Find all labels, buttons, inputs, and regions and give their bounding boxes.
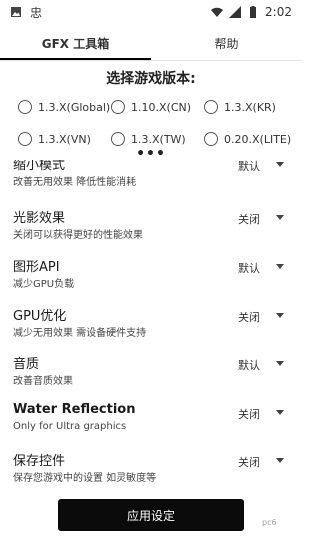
radio-option-global[interactable]: 1.3.X(Global) bbox=[18, 100, 111, 114]
setting-title: 缩小模式 bbox=[13, 160, 66, 173]
setting-desc: 保存您游戏中的设置 如灵敏度等 bbox=[13, 473, 157, 484]
tab-help[interactable]: 帮助 bbox=[151, 26, 302, 60]
status-bar: 忠 2:02 bbox=[0, 0, 302, 24]
radio-option-lite[interactable]: 0.20.X(LITE) bbox=[204, 132, 297, 146]
tab-gfx-toolbox[interactable]: GFX 工具箱 bbox=[0, 26, 151, 60]
watermark-logo: pc6 bbox=[262, 518, 277, 527]
radio-circle[interactable] bbox=[204, 100, 218, 114]
radio-label: 0.20.X(LITE) bbox=[224, 132, 292, 146]
setting-row-shadow: 光影效果 关闭可以获得更好的性能效果 关闭 bbox=[0, 203, 302, 251]
svg-text:忠: 忠 bbox=[30, 6, 42, 18]
radio-row: 1.3.X(Global) 1.10.X(CN) 1.3.X(KR) bbox=[18, 91, 298, 123]
image-icon bbox=[11, 7, 21, 17]
radio-circle[interactable] bbox=[111, 132, 125, 146]
signal-icon bbox=[229, 6, 242, 18]
setting-dropdown-value[interactable]: 关闭 bbox=[238, 309, 260, 325]
tab-bar: GFX 工具箱 帮助 bbox=[0, 26, 302, 60]
chevron-down-icon[interactable] bbox=[276, 313, 284, 318]
setting-row-mode: 缩小模式 改善无用效果 降低性能消耗 默认 bbox=[0, 160, 302, 198]
setting-title: 保存控件 bbox=[13, 454, 66, 469]
setting-row-audio: 音质 改善音质效果 默认 bbox=[0, 349, 302, 397]
radio-label: 1.3.X(KR) bbox=[224, 100, 276, 114]
setting-title: 音质 bbox=[13, 357, 40, 372]
radio-option-tw[interactable]: 1.3.X(TW) bbox=[111, 132, 204, 146]
radio-option-vn[interactable]: 1.3.X(VN) bbox=[18, 132, 111, 146]
setting-row-water-reflection: Water Reflection Only for Ultra graphics… bbox=[0, 398, 302, 446]
radio-circle[interactable] bbox=[111, 100, 125, 114]
status-time: 2:02 bbox=[265, 5, 292, 19]
chevron-down-icon[interactable] bbox=[276, 215, 284, 220]
setting-dropdown-value[interactable]: 默认 bbox=[238, 260, 260, 276]
tab-divider bbox=[0, 60, 302, 61]
setting-dropdown-value[interactable]: 关闭 bbox=[238, 454, 260, 470]
app-icon: 忠 bbox=[30, 6, 42, 18]
setting-dropdown-value[interactable]: 关闭 bbox=[238, 406, 260, 422]
setting-title: 图形API bbox=[13, 260, 60, 275]
setting-desc: 改善音质效果 bbox=[13, 376, 73, 387]
radio-label: 1.3.X(VN) bbox=[38, 132, 91, 146]
setting-dropdown-value[interactable]: 默认 bbox=[238, 160, 260, 174]
setting-desc: 关闭可以获得更好的性能效果 bbox=[13, 230, 143, 241]
radio-circle[interactable] bbox=[204, 132, 218, 146]
version-select-title: 选择游戏版本: bbox=[106, 71, 196, 87]
radio-label: 1.10.X(CN) bbox=[131, 100, 192, 114]
radio-circle[interactable] bbox=[18, 132, 32, 146]
setting-row-gpu: GPU优化 减少无用效果 需设备硬件支持 关闭 bbox=[0, 301, 302, 349]
setting-title: 光影效果 bbox=[13, 211, 66, 226]
setting-desc: Only for Ultra graphics bbox=[13, 421, 127, 432]
radio-circle[interactable] bbox=[18, 100, 32, 114]
wifi-icon bbox=[211, 7, 224, 17]
chevron-down-icon[interactable] bbox=[276, 264, 284, 269]
setting-row-save-controls: 保存控件 保存您游戏中的设置 如灵敏度等 关闭 bbox=[0, 446, 302, 494]
battery-icon bbox=[250, 6, 257, 18]
radio-label: 1.3.X(Global) bbox=[38, 100, 111, 114]
chevron-down-icon[interactable] bbox=[276, 361, 284, 366]
chevron-down-icon[interactable] bbox=[276, 162, 284, 167]
setting-title: Water Reflection bbox=[13, 402, 136, 417]
setting-dropdown-value[interactable]: 默认 bbox=[238, 357, 260, 373]
setting-desc: 减少无用效果 需设备硬件支持 bbox=[13, 328, 147, 339]
setting-row-graphics-api: 图形API 减少GPU负载 默认 bbox=[0, 252, 302, 300]
setting-title: GPU优化 bbox=[13, 309, 67, 324]
radio-option-kr[interactable]: 1.3.X(KR) bbox=[204, 100, 297, 114]
apply-settings-button[interactable]: 应用设定 bbox=[58, 499, 244, 531]
chevron-down-icon[interactable] bbox=[276, 410, 284, 415]
status-right: 2:02 bbox=[211, 5, 292, 19]
setting-desc: 改善无用效果 降低性能消耗 bbox=[13, 177, 137, 188]
settings-list[interactable]: 缩小模式 改善无用效果 降低性能消耗 默认 光影效果 关闭可以获得更好的性能效果… bbox=[0, 160, 302, 494]
radio-option-cn[interactable]: 1.10.X(CN) bbox=[111, 100, 204, 114]
setting-desc: 减少GPU负载 bbox=[13, 279, 75, 290]
chevron-down-icon[interactable] bbox=[276, 458, 284, 463]
radio-label: 1.3.X(TW) bbox=[131, 132, 186, 146]
status-left: 忠 bbox=[10, 6, 42, 18]
setting-dropdown-value[interactable]: 关闭 bbox=[238, 211, 260, 227]
